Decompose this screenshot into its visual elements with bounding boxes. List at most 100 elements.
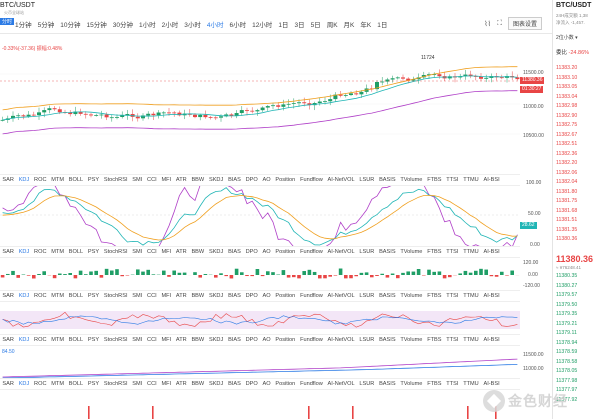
- indicator-tab[interactable]: BBW: [189, 177, 207, 183]
- interval-tab[interactable]: 5日: [308, 19, 324, 29]
- fullscreen-icon[interactable]: ⛶: [497, 20, 502, 28]
- indicator-tab[interactable]: MTM: [49, 381, 67, 387]
- indicator-tab[interactable]: PSY: [86, 293, 102, 299]
- indicator-tab[interactable]: PSY: [86, 249, 102, 255]
- indicator-tab[interactable]: SMI: [130, 177, 145, 183]
- indicator-tab[interactable]: SAR: [0, 337, 16, 343]
- indicator-tab[interactable]: StochRSI: [101, 293, 129, 299]
- indicator-tab[interactable]: AO: [260, 249, 273, 255]
- indicator-tab[interactable]: MFI: [159, 293, 173, 299]
- indicator-tab[interactable]: CCI: [145, 381, 159, 387]
- indicator-tab[interactable]: BBW: [189, 337, 207, 343]
- interval-tab[interactable]: 5分钟: [35, 19, 58, 29]
- indicator-tab[interactable]: BASIS: [377, 177, 398, 183]
- ask-row[interactable]: 11382.20: [556, 159, 577, 169]
- indicator-tab[interactable]: SKDJ: [207, 381, 226, 387]
- interval-tab[interactable]: 1分钟: [12, 19, 35, 29]
- indicator-tab[interactable]: SAR: [0, 381, 16, 387]
- indicator-tab[interactable]: AI-NetVOL: [325, 337, 357, 343]
- indicator-tab[interactable]: SAR: [0, 177, 16, 183]
- indicator-tab[interactable]: CCI: [145, 293, 159, 299]
- indicator-tab[interactable]: SKDJ: [207, 249, 226, 255]
- indicator-tab[interactable]: MFI: [159, 337, 173, 343]
- indicator-tab[interactable]: KDJ: [16, 293, 31, 299]
- indicator-tab[interactable]: FTBS: [425, 177, 444, 183]
- indicator-tab[interactable]: BASIS: [377, 249, 398, 255]
- chart-area[interactable]: [0, 34, 552, 419]
- indicator-tab[interactable]: AI-NetVOL: [325, 381, 357, 387]
- indicator-tab[interactable]: SAR: [0, 293, 16, 299]
- indicator-tab[interactable]: Fundflow: [298, 337, 325, 343]
- indicator-tab[interactable]: AO: [260, 293, 273, 299]
- chart-settings-button[interactable]: 图表设置: [507, 17, 542, 30]
- interval-tab[interactable]: 月K: [341, 19, 358, 29]
- indicator-tab[interactable]: MTM: [49, 293, 67, 299]
- indicator-tab[interactable]: ROC: [32, 249, 49, 255]
- indicator-tab[interactable]: FTBS: [425, 337, 444, 343]
- indicator-tab[interactable]: BIAS: [226, 177, 244, 183]
- indicator-tab[interactable]: PSY: [86, 381, 102, 387]
- indicator-tab[interactable]: LSUR: [357, 249, 377, 255]
- interval-tab[interactable]: 1小时: [136, 19, 159, 29]
- indicator-tab[interactable]: SMI: [130, 381, 145, 387]
- interval-tab[interactable]: 1日: [374, 19, 390, 29]
- indicator-tab[interactable]: FTBS: [425, 249, 444, 255]
- ask-row[interactable]: 11382.36: [556, 150, 577, 160]
- indicator-tab[interactable]: TTSI: [444, 177, 461, 183]
- bid-row[interactable]: 11378.94: [556, 339, 577, 349]
- bid-row[interactable]: 11380.35: [556, 272, 577, 282]
- indicator-tab[interactable]: KDJ: [16, 381, 31, 387]
- indicator-tab[interactable]: TTSI: [444, 293, 461, 299]
- ask-row[interactable]: 11380.36: [556, 235, 577, 245]
- indicator-tab[interactable]: TVolume: [398, 293, 425, 299]
- indicator-tab[interactable]: DPO: [243, 337, 260, 343]
- indicator-tab[interactable]: AO: [260, 177, 273, 183]
- indicator-tab[interactable]: BBW: [189, 381, 207, 387]
- indicator-tab[interactable]: DPO: [243, 293, 260, 299]
- indicator-tab[interactable]: AI-NetVOL: [325, 293, 357, 299]
- indicator-tab[interactable]: BBW: [189, 249, 207, 255]
- indicator-tab[interactable]: AI-BSI: [481, 249, 502, 255]
- indicator-tab[interactable]: SMI: [130, 293, 145, 299]
- interval-tab[interactable]: 年K: [357, 19, 374, 29]
- indicator-tab[interactable]: TTSI: [444, 337, 461, 343]
- indicator-tab[interactable]: TTMU: [461, 177, 481, 183]
- precision-select[interactable]: 2位小数 ▾: [556, 34, 578, 41]
- ask-row[interactable]: 11383.20: [556, 64, 577, 74]
- indicator-icon[interactable]: ⌇⌇: [484, 20, 491, 28]
- indicator-tab[interactable]: CCI: [145, 337, 159, 343]
- interval-tab[interactable]: 10分钟: [57, 19, 83, 29]
- indicator-tab[interactable]: MTM: [49, 337, 67, 343]
- indicator-tab[interactable]: AI-BSI: [481, 337, 502, 343]
- indicator-tab[interactable]: AI-BSI: [481, 293, 502, 299]
- indicator-tab[interactable]: TTSI: [444, 249, 461, 255]
- indicator-tab[interactable]: Fundflow: [298, 293, 325, 299]
- indicator-tab[interactable]: SAR: [0, 249, 16, 255]
- indicator-tab[interactable]: TTMU: [461, 249, 481, 255]
- ask-row[interactable]: 11383.04: [556, 93, 577, 103]
- indicator-tab[interactable]: TVolume: [398, 381, 425, 387]
- interval-tab[interactable]: 3小时: [181, 19, 204, 29]
- indicator-tab[interactable]: SMI: [130, 337, 145, 343]
- bid-row[interactable]: 11379.21: [556, 320, 577, 330]
- indicator-tab[interactable]: MFI: [159, 177, 173, 183]
- ask-row[interactable]: 11381.68: [556, 207, 577, 217]
- indicator-tab[interactable]: Position: [273, 381, 298, 387]
- indicator-tab[interactable]: Position: [273, 337, 298, 343]
- indicator-tab[interactable]: Position: [273, 293, 298, 299]
- indicator-tab[interactable]: ROC: [32, 337, 49, 343]
- indicator-tab[interactable]: AO: [260, 381, 273, 387]
- ask-row[interactable]: 11382.04: [556, 178, 577, 188]
- indicator-tab[interactable]: BASIS: [377, 381, 398, 387]
- interval-tab[interactable]: 12小时: [249, 19, 275, 29]
- indicator-tab[interactable]: TVolume: [398, 177, 425, 183]
- interval-tab[interactable]: 30分钟: [110, 19, 136, 29]
- ask-row[interactable]: 11383.05: [556, 83, 577, 93]
- indicator-tab[interactable]: TVolume: [398, 249, 425, 255]
- interval-tab[interactable]: 6小时: [226, 19, 249, 29]
- interval-tab[interactable]: 2小时: [159, 19, 182, 29]
- indicator-tab[interactable]: BASIS: [377, 337, 398, 343]
- ask-row[interactable]: 11382.51: [556, 140, 577, 150]
- indicator-tab[interactable]: MTM: [49, 177, 67, 183]
- bid-row[interactable]: 11380.27: [556, 282, 577, 292]
